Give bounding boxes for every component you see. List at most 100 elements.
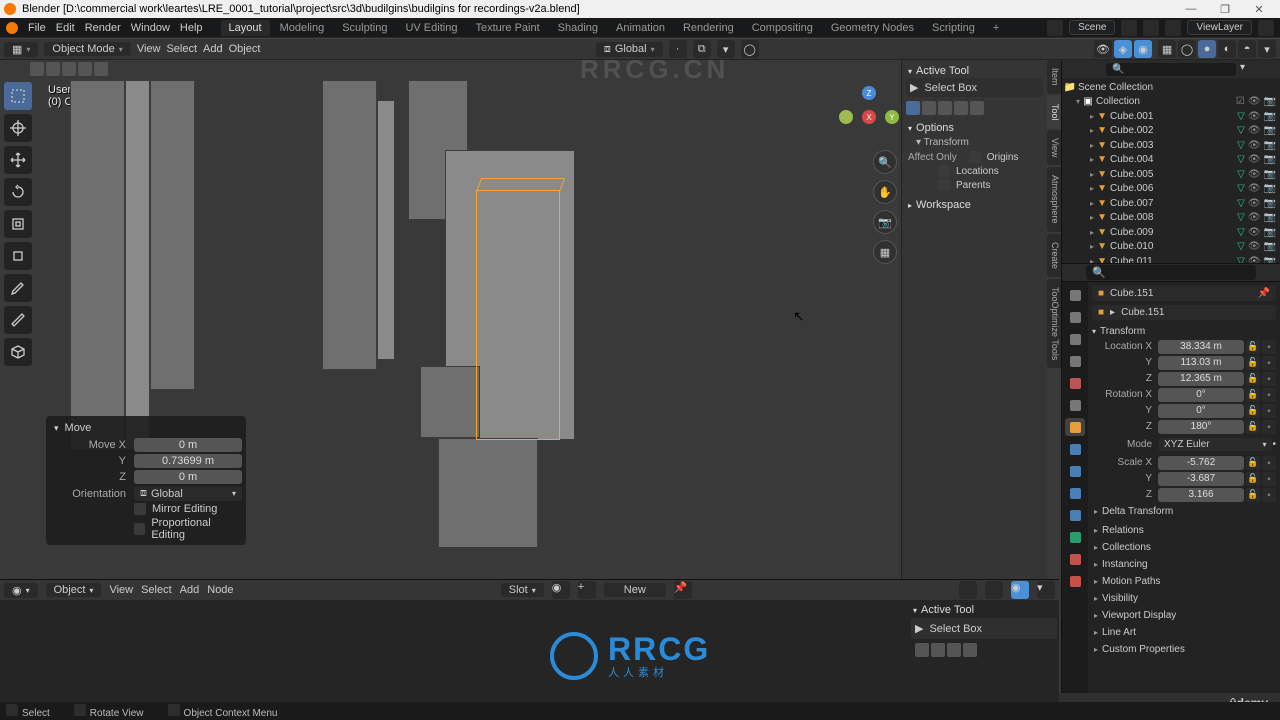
scale-x-anim[interactable]: • (1262, 456, 1276, 470)
affect-only-parents[interactable]: Parents (906, 178, 1043, 192)
menu-edit[interactable]: Edit (56, 22, 75, 34)
move-x-field[interactable]: 0 m (134, 438, 242, 452)
move-z-field[interactable]: 0 m (134, 470, 242, 484)
loc-x-field[interactable]: 38.334 m (1158, 340, 1244, 354)
ntab-atmosphere[interactable]: Atmosphere (1047, 167, 1061, 232)
outliner-row[interactable]: ▸▼Cube.010▽👁📷 (1062, 240, 1280, 255)
menu-help[interactable]: Help (180, 22, 203, 34)
node-node[interactable]: Node (207, 584, 233, 596)
select-mode-3[interactable] (62, 62, 76, 76)
scale-y-field[interactable]: -3.687 (1158, 472, 1244, 486)
scene-new-icon[interactable] (1121, 20, 1137, 36)
node-snap-icon[interactable] (959, 581, 977, 599)
tab-geometry-nodes[interactable]: Geometry Nodes (823, 20, 922, 36)
rotation-mode-dropdown[interactable]: XYZ Euler▾ (1158, 438, 1272, 451)
operator-panel-move[interactable]: ▾Move Move X0 m Y0.73699 m Z0 m Orientat… (46, 416, 246, 545)
editor-type-dropdown[interactable]: ▦▾ (4, 42, 38, 57)
select-mode-2[interactable] (46, 62, 60, 76)
tab-add[interactable]: + (985, 20, 1007, 36)
ptab-modifiers[interactable] (1065, 440, 1085, 458)
camera-icon[interactable]: 📷 (873, 210, 897, 234)
orientation-field[interactable]: ⧈ Global▾ (134, 486, 242, 501)
visibility-icon[interactable]: 👁 (1094, 40, 1112, 58)
loc-y-anim[interactable]: • (1262, 356, 1276, 370)
viewlayer-selector[interactable]: ViewLayer (1187, 20, 1252, 35)
scene-browse-icon[interactable] (1047, 20, 1063, 36)
scene-selector[interactable]: Scene (1069, 20, 1115, 35)
select-pill-4[interactable] (954, 101, 968, 115)
ptab-data[interactable] (1065, 528, 1085, 546)
axis-x-icon[interactable]: X (862, 110, 876, 124)
scale-z-lock[interactable]: 🔓 (1246, 488, 1260, 502)
tab-rendering[interactable]: Rendering (675, 20, 742, 36)
ptab-physics[interactable] (1065, 484, 1085, 502)
property-section[interactable]: ▸Instancing (1092, 556, 1276, 573)
header-view[interactable]: View (137, 43, 161, 55)
xray-icon[interactable]: ▦ (1158, 40, 1176, 58)
tool-annotate[interactable] (4, 274, 32, 302)
property-section[interactable]: ▸Collections (1092, 539, 1276, 556)
tab-animation[interactable]: Animation (608, 20, 673, 36)
property-section[interactable]: ▸Motion Paths (1092, 573, 1276, 590)
rot-x-anim[interactable]: • (1262, 388, 1276, 402)
outliner-row[interactable]: ▸▼Cube.001▽👁📷 (1062, 109, 1280, 124)
tab-layout[interactable]: Layout (221, 20, 270, 36)
rot-z-field[interactable]: 180° (1158, 420, 1244, 434)
viewlayer-new-icon[interactable] (1258, 20, 1274, 36)
ptab-texture[interactable] (1065, 572, 1085, 590)
tool-add-cube[interactable] (4, 338, 32, 366)
loc-z-field[interactable]: 12.365 m (1158, 372, 1244, 386)
tab-texture-paint[interactable]: Texture Paint (467, 20, 547, 36)
pan-icon[interactable]: ✋ (873, 180, 897, 204)
loc-x-lock[interactable]: 🔓 (1246, 340, 1260, 354)
gizmo-icon[interactable]: ◈ (1114, 40, 1132, 58)
minimize-button[interactable]: — (1174, 0, 1208, 18)
tool-move[interactable] (4, 146, 32, 174)
outliner-row[interactable]: ▸▼Cube.011▽👁📷 (1062, 254, 1280, 263)
scene-delete-icon[interactable] (1143, 20, 1159, 36)
ptab-render[interactable] (1065, 286, 1085, 304)
node-overlay-icon[interactable] (985, 581, 1003, 599)
use-nodes-icon[interactable]: ◉ (1011, 581, 1029, 599)
properties-options-icon[interactable] (1260, 266, 1276, 280)
menu-render[interactable]: Render (85, 22, 121, 34)
outliner-row[interactable]: ▸▼Cube.009▽👁📷 (1062, 225, 1280, 240)
menu-file[interactable]: File (28, 22, 46, 34)
outliner-list[interactable]: 📁Scene Collection▾▣Collection☑👁📷▸▼Cube.0… (1062, 78, 1280, 263)
rendered-shading-icon[interactable]: ◓ (1238, 40, 1256, 58)
move-panel-header[interactable]: ▾Move (50, 420, 242, 436)
rot-y-lock[interactable]: 🔓 (1246, 404, 1260, 418)
outliner-filter-icon[interactable]: ▾ (1240, 62, 1256, 76)
properties-type-icon[interactable] (1066, 266, 1082, 280)
outliner-row[interactable]: ▸▼Cube.005▽👁📷 (1062, 167, 1280, 182)
material-browse-icon[interactable]: ◉ (552, 581, 570, 599)
tool-rotate[interactable] (4, 178, 32, 206)
rot-x-lock[interactable]: 🔓 (1246, 388, 1260, 402)
node-pill-1[interactable] (915, 643, 929, 657)
ptab-viewlayer[interactable] (1065, 330, 1085, 348)
ntab-item[interactable]: Item (1047, 60, 1061, 94)
snap-type-icon[interactable]: ▾ (717, 40, 735, 58)
select-pill-5[interactable] (970, 101, 984, 115)
tool-select-box[interactable] (4, 82, 32, 110)
node-add[interactable]: Add (180, 584, 200, 596)
transform-subheader[interactable]: ▾ Transform (906, 135, 1043, 150)
orientation-dropdown[interactable]: ⧈ Global▾ (596, 42, 663, 57)
tool-cursor[interactable] (4, 114, 32, 142)
tab-modeling[interactable]: Modeling (272, 20, 333, 36)
outliner-search[interactable]: 🔍 (1106, 63, 1236, 76)
loc-y-lock[interactable]: 🔓 (1246, 356, 1260, 370)
axis-z-icon[interactable]: Z (862, 86, 876, 100)
snap-toggle-icon[interactable]: ⧉ (693, 40, 711, 58)
property-section[interactable]: ▸Viewport Display (1092, 607, 1276, 624)
mode-dropdown[interactable]: Object Mode▾ (44, 42, 130, 56)
close-button[interactable]: ✕ (1242, 0, 1276, 18)
affect-only-origins[interactable]: Affect OnlyOrigins (906, 150, 1043, 164)
property-section[interactable]: ▸Relations (1092, 522, 1276, 539)
tool-transform[interactable] (4, 242, 32, 270)
move-y-field[interactable]: 0.73699 m (134, 454, 242, 468)
rot-z-lock[interactable]: 🔓 (1246, 420, 1260, 434)
node-select[interactable]: Select (141, 584, 172, 596)
ptab-collection[interactable] (1065, 396, 1085, 414)
outliner-type-icon[interactable] (1066, 62, 1082, 76)
